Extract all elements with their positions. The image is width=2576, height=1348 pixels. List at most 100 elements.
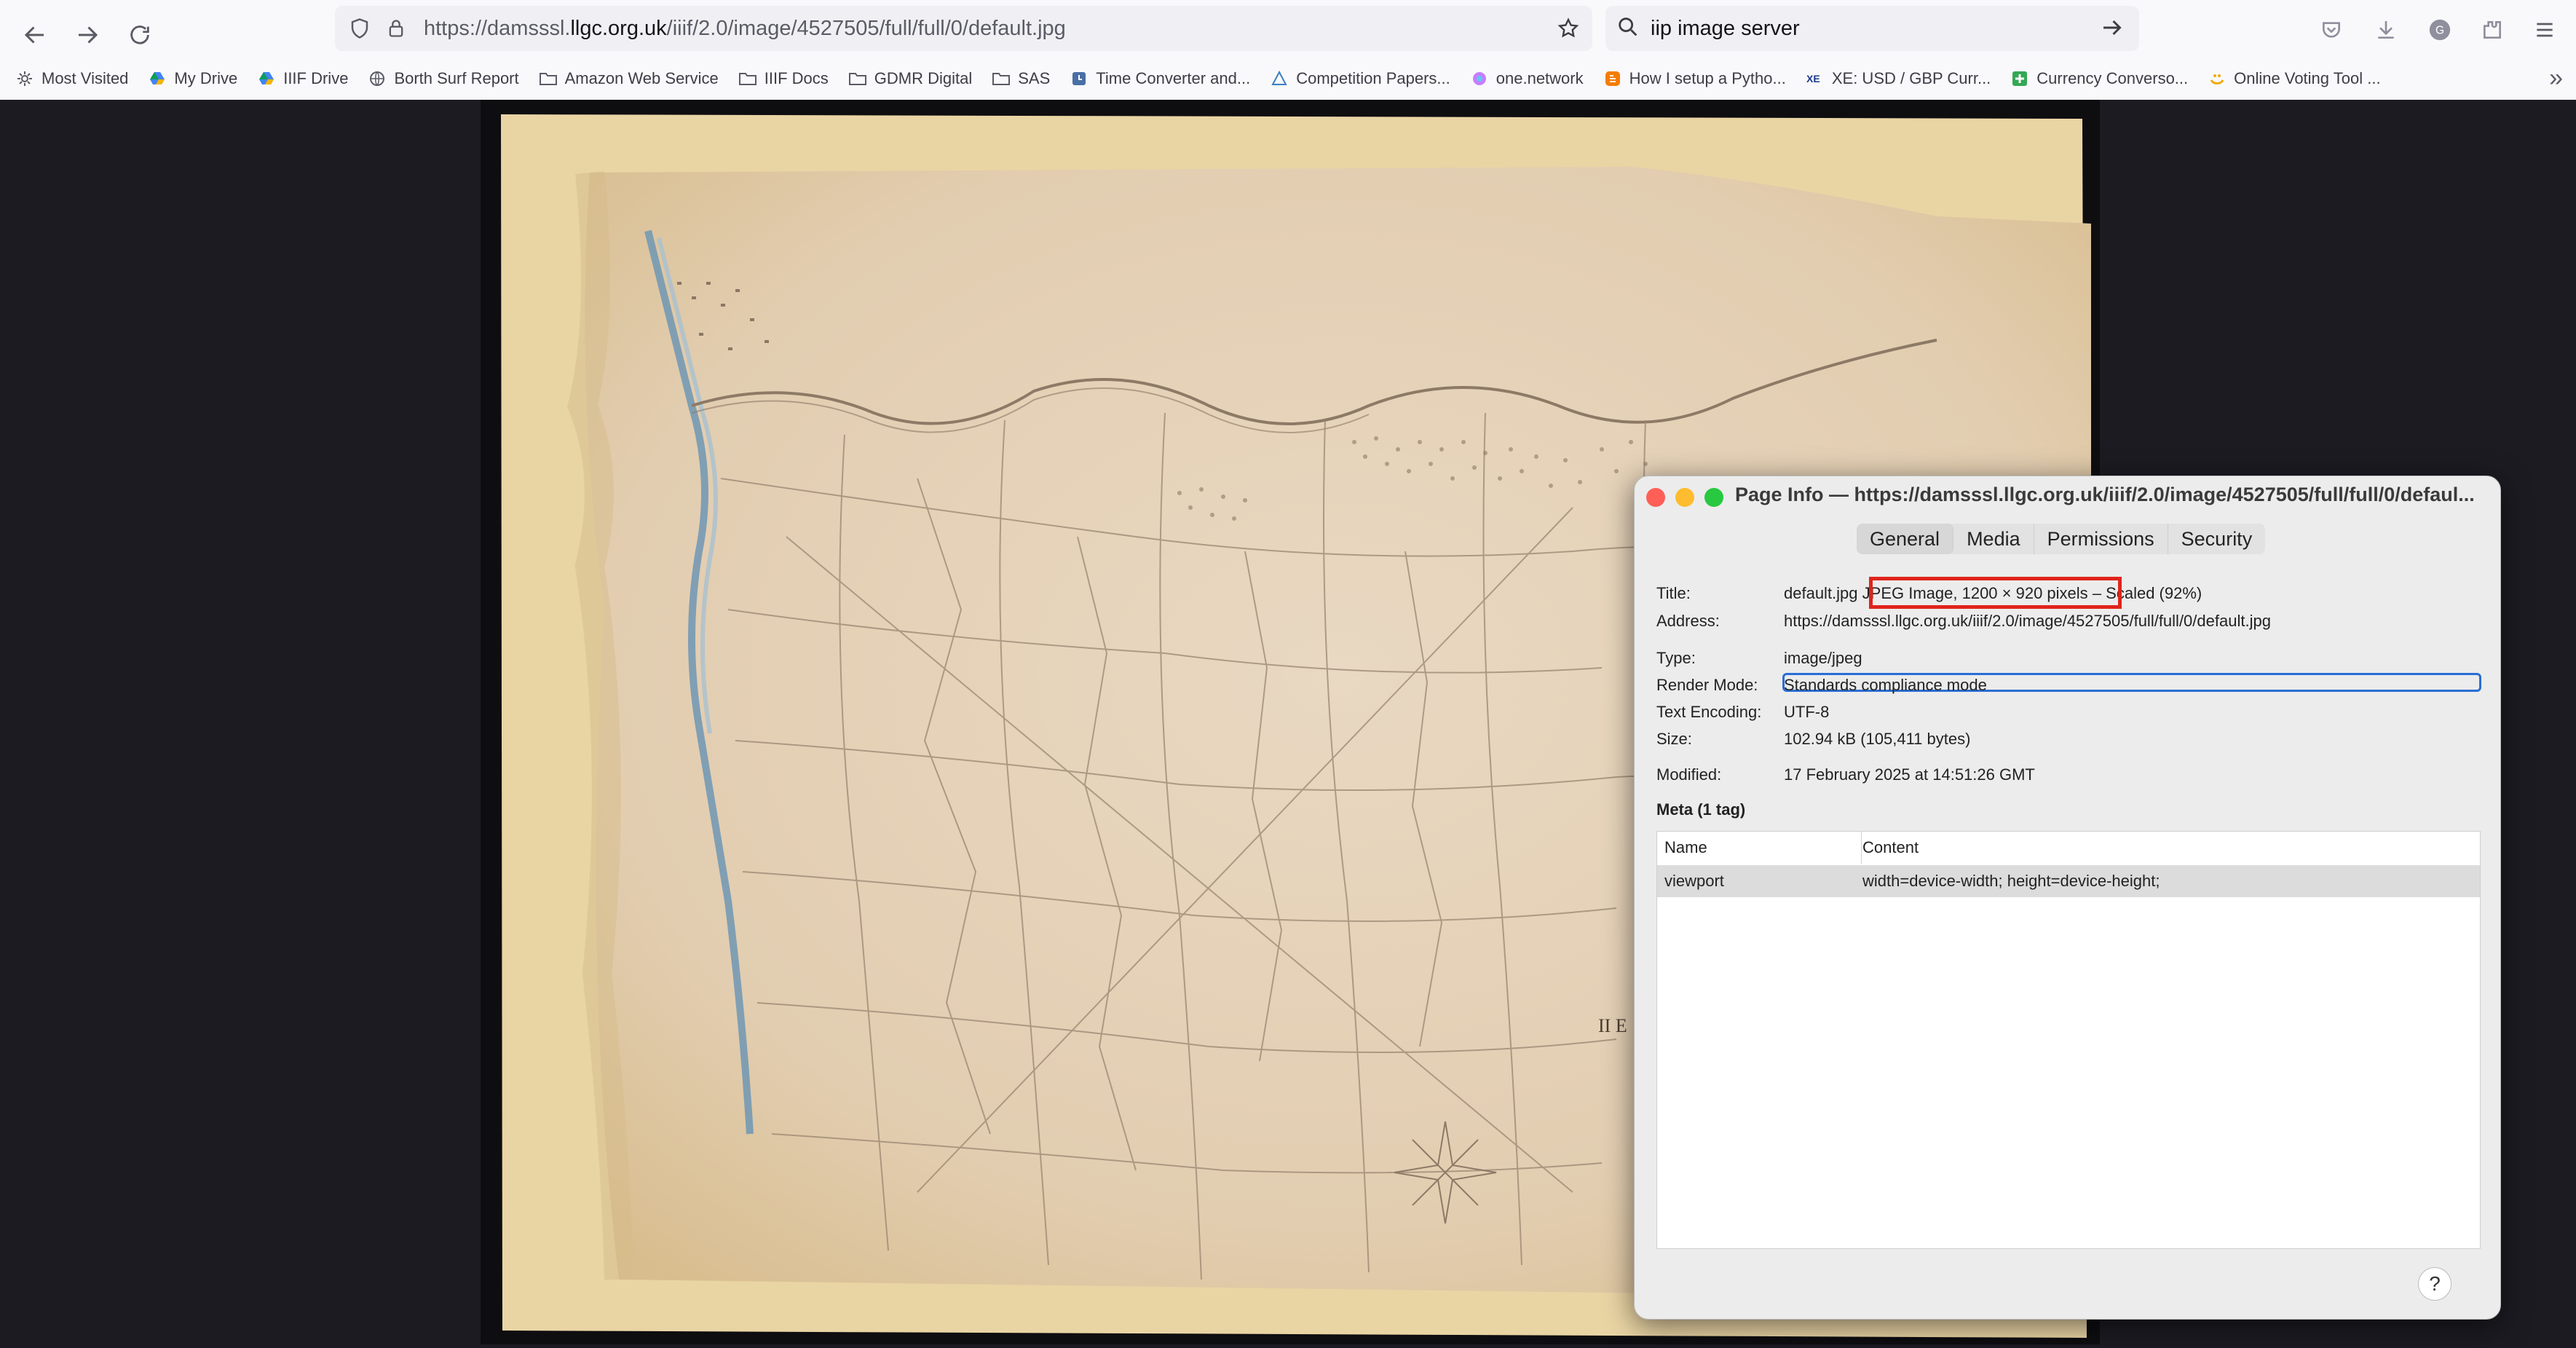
meta-table[interactable]: Name Content viewport width=device-width… — [1656, 831, 2481, 1249]
bookmark-item[interactable]: My Drive — [147, 68, 237, 89]
map-label: II E — [1598, 1015, 1627, 1036]
bookmark-item[interactable]: XE XE: USD / GBP Curr... — [1805, 68, 1991, 89]
search-go-arrow-icon[interactable] — [2099, 15, 2125, 44]
clock-icon — [1069, 68, 1089, 89]
address-label: Address: — [1656, 612, 1720, 630]
type-value[interactable]: image/jpeg — [1784, 649, 1862, 668]
drive-icon — [256, 68, 277, 89]
search-input[interactable]: iip image server — [1651, 17, 1800, 41]
star-icon[interactable] — [1552, 12, 1584, 44]
bookmark-item[interactable]: Online Voting Tool ... — [2207, 68, 2381, 89]
bookmark-label: Most Visited — [42, 69, 129, 87]
tab-security[interactable]: Security — [2168, 524, 2266, 554]
bookmark-item[interactable]: Borth Surf Report — [367, 68, 519, 89]
title-label: Title: — [1656, 584, 1691, 602]
bookmark-item[interactable]: How I setup a Pytho... — [1603, 68, 1786, 89]
browser-toolbar: https://damsssl.llgc.org.uk/iiif/2.0/ima… — [0, 0, 2576, 101]
bookmark-label: XE: USD / GBP Curr... — [1831, 69, 1991, 87]
blogger-icon — [1603, 68, 1623, 89]
bookmark-item[interactable]: Amazon Web Service — [538, 68, 719, 89]
modified-value[interactable]: 17 February 2025 at 14:51:26 GMT — [1784, 765, 2035, 784]
meta-row-name: viewport — [1664, 872, 1724, 890]
lock-icon[interactable] — [380, 12, 412, 44]
zoom-window-button[interactable] — [1704, 488, 1723, 507]
bookmark-item[interactable]: SAS — [991, 68, 1050, 89]
shield-icon[interactable] — [344, 12, 376, 44]
gear-icon — [15, 68, 35, 89]
type-label: Type: — [1656, 649, 1696, 667]
plus-icon — [2010, 68, 2030, 89]
globe-icon — [367, 68, 387, 89]
triangle-icon — [1269, 68, 1289, 89]
bookmark-item[interactable]: one.network — [1469, 68, 1584, 89]
address-value[interactable]: https://damsssl.llgc.org.uk/iiif/2.0/ima… — [1784, 612, 2271, 631]
highlight-annotation — [1869, 577, 2122, 609]
size-value[interactable]: 102.94 kB (105,411 bytes) — [1784, 730, 1970, 749]
extensions-icon[interactable] — [2474, 12, 2510, 48]
table-row[interactable]: viewport width=device-width; height=devi… — [1657, 865, 2480, 897]
meta-row-content: width=device-width; height=device-height… — [1862, 872, 2160, 890]
folder-icon — [848, 68, 868, 89]
url-domain: llgc.org.uk — [570, 17, 667, 40]
folder-icon — [738, 68, 758, 89]
account-avatar-icon[interactable]: G — [2422, 12, 2458, 48]
search-bar[interactable]: iip image server — [1605, 6, 2139, 51]
bookmark-item[interactable]: Currency Converso... — [2010, 68, 2188, 89]
size-label: Size: — [1656, 730, 1692, 748]
network-icon — [1469, 68, 1490, 89]
folder-icon — [538, 68, 558, 89]
close-window-button[interactable] — [1646, 488, 1665, 507]
forward-button[interactable] — [64, 12, 111, 58]
page-info-dialog: Page Info — https://damsssl.llgc.org.uk/… — [1634, 476, 2501, 1320]
bookmark-label: Amazon Web Service — [564, 69, 719, 87]
render-mode-label: Render Mode: — [1656, 676, 1758, 694]
meta-heading: Meta (1 tag) — [1656, 800, 1746, 819]
meta-column-name[interactable]: Name — [1657, 832, 1862, 864]
bookmark-label: Online Voting Tool ... — [2234, 69, 2381, 87]
title-filename: default.jpg — [1784, 584, 1858, 602]
bookmark-item[interactable]: IIIF Docs — [738, 68, 829, 89]
reload-button[interactable] — [116, 12, 163, 58]
bookmark-item[interactable]: Most Visited — [15, 68, 128, 89]
minimize-window-button[interactable] — [1675, 488, 1694, 507]
bookmark-label: My Drive — [174, 69, 238, 87]
help-button[interactable]: ? — [2418, 1267, 2451, 1301]
reload-icon — [130, 25, 149, 44]
bookmark-label: Currency Converso... — [2036, 69, 2189, 87]
render-mode-value[interactable]: Standards compliance mode — [1784, 676, 1987, 695]
tab-permissions[interactable]: Permissions — [2034, 524, 2168, 554]
bookmarks-overflow-chevron-icon[interactable]: » — [2549, 64, 2563, 92]
bookmark-item[interactable]: GDMR Digital — [848, 68, 972, 89]
bookmark-label: IIIF Docs — [764, 69, 829, 87]
dialog-title: Page Info — https://damsssl.llgc.org.uk/… — [1735, 484, 2475, 505]
bookmark-label: Time Converter and... — [1096, 69, 1251, 87]
vote-icon — [2207, 68, 2227, 89]
url-path: /iiif/2.0/image/4527505/full/full/0/defa… — [666, 17, 1066, 40]
address-bar[interactable]: https://damsssl.llgc.org.uk/iiif/2.0/ima… — [335, 6, 1592, 51]
text-encoding-value[interactable]: UTF-8 — [1784, 703, 1829, 722]
modified-label: Modified: — [1656, 765, 1722, 784]
dialog-tabs: General Media Permissions Security — [1857, 524, 2266, 554]
download-icon[interactable] — [2368, 12, 2404, 48]
bookmark-label: SAS — [1018, 69, 1051, 87]
url-text[interactable]: https://damsssl.llgc.org.uk/iiif/2.0/ima… — [424, 17, 1066, 41]
bookmark-label: Competition Papers... — [1296, 69, 1450, 87]
menu-icon[interactable] — [2526, 12, 2563, 48]
pocket-icon[interactable] — [2313, 12, 2350, 48]
bookmark-label: How I setup a Pytho... — [1629, 69, 1786, 87]
search-icon — [1616, 15, 1640, 43]
bookmark-item[interactable]: IIIF Drive — [256, 68, 348, 89]
svg-text:G: G — [2435, 25, 2444, 37]
bookmark-item[interactable]: Time Converter and... — [1069, 68, 1250, 89]
meta-column-content[interactable]: Content — [1855, 832, 2474, 864]
url-prefix: https://damsssl. — [424, 17, 571, 40]
bookmark-label: one.network — [1496, 69, 1584, 87]
bookmark-item[interactable]: Competition Papers... — [1269, 68, 1450, 89]
svg-text:XE: XE — [1806, 73, 1820, 84]
drive-icon — [147, 68, 167, 89]
back-button[interactable] — [12, 12, 58, 58]
bookmark-label: IIIF Drive — [283, 69, 349, 87]
bookmark-label: GDMR Digital — [874, 69, 973, 87]
tab-general[interactable]: General — [1857, 524, 1954, 554]
tab-media[interactable]: Media — [1953, 524, 2034, 554]
